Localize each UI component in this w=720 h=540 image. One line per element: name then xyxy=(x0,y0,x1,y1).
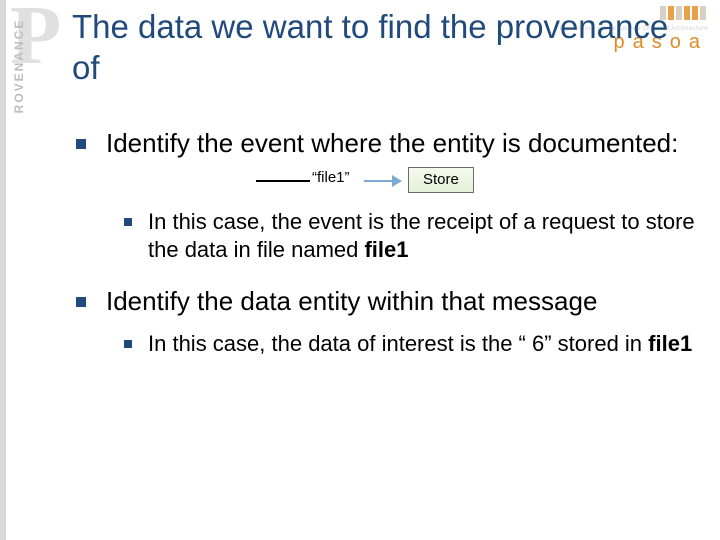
slide-content: The data we want to find the provenance … xyxy=(72,6,702,379)
page-title: The data we want to find the provenance … xyxy=(72,6,702,89)
bullet-2-sub: In this case, the data of interest is th… xyxy=(118,330,702,359)
bullet-1-sublist: In this case, the event is the receipt o… xyxy=(106,208,702,265)
bullet-2-sub-pre: In this case, the data of interest is th… xyxy=(148,331,648,356)
bullet-1-text: Identify the event where the entity is d… xyxy=(106,128,678,158)
bullet-list: Identify the event where the entity is d… xyxy=(72,127,702,359)
bullet-2-text: Identify the data entity within that mes… xyxy=(106,286,597,316)
logo-side-text: ROVENANCE xyxy=(12,6,32,126)
bullet-2-sub-bold: file1 xyxy=(648,331,692,356)
arrow-icon xyxy=(364,180,400,182)
bullet-2-sublist: In this case, the data of interest is th… xyxy=(106,330,702,359)
diagram: “file1” Store xyxy=(256,166,702,196)
diagram-store-box: Store xyxy=(408,167,474,193)
bullet-2: Identify the data entity within that mes… xyxy=(72,285,702,359)
diagram-file-label: “file1” xyxy=(312,168,350,187)
left-rail: P ROVENANCE xyxy=(0,0,44,540)
bullet-1-sub-pre: In this case, the event is the receipt o… xyxy=(148,209,695,263)
provenance-logo: P ROVENANCE xyxy=(0,0,44,150)
bullet-1-sub-bold: file1 xyxy=(364,237,408,262)
arrow-tail-icon xyxy=(256,180,310,182)
bullet-1: Identify the event where the entity is d… xyxy=(72,127,702,265)
bullet-1-sub: In this case, the event is the receipt o… xyxy=(118,208,702,265)
